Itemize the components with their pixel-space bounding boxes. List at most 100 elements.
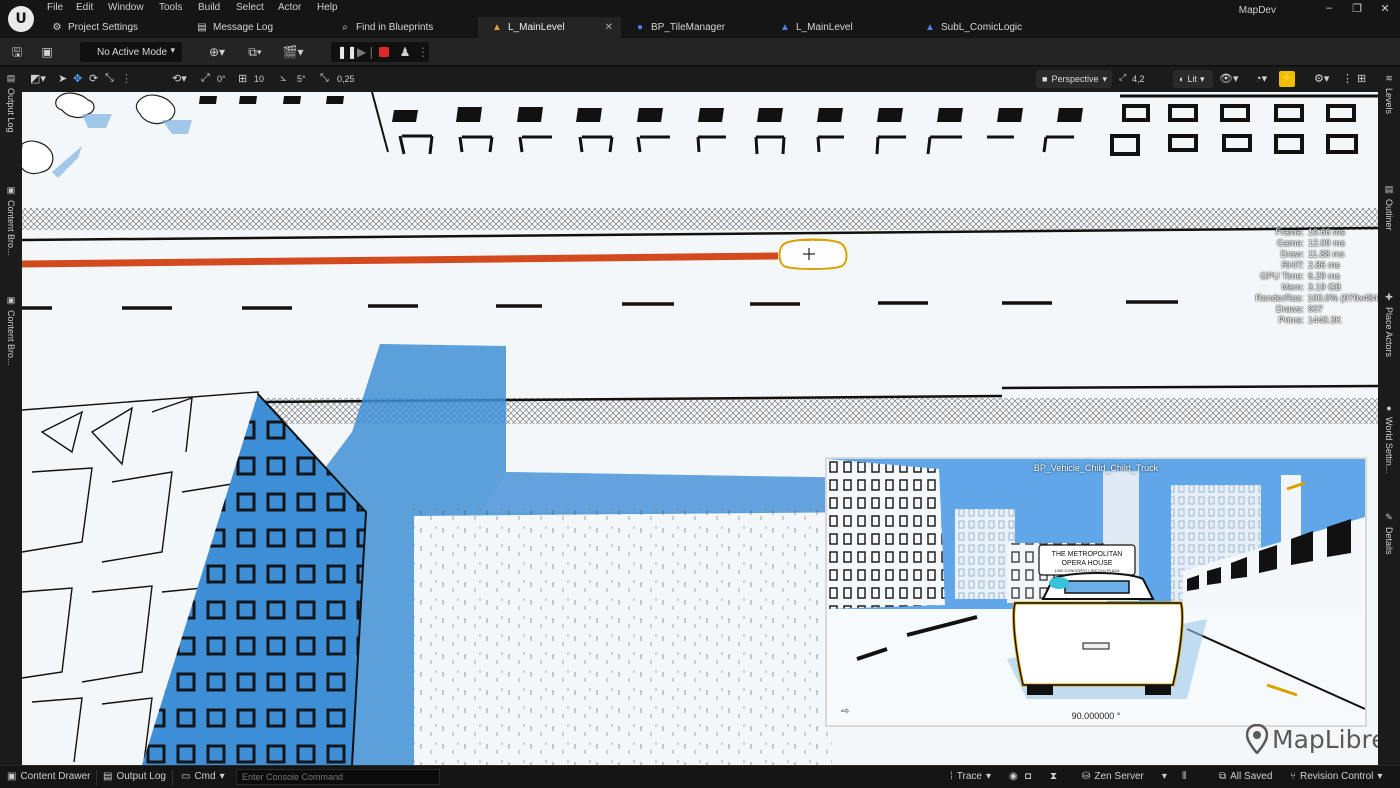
chevron-down-icon: ▾ <box>219 771 225 782</box>
place-actors-panel-tab[interactable]: ✚ Place Actors <box>1378 292 1400 357</box>
content-browser-icon[interactable]: ▣ <box>39 44 55 60</box>
menu-help[interactable]: Help <box>317 2 338 13</box>
details-panel-tab[interactable]: ✎ Details <box>1378 512 1400 555</box>
settings-icon[interactable]: ⚙▾ <box>1314 72 1329 85</box>
pip-bg-building-windows <box>955 509 1015 599</box>
outliner-panel-tab[interactable]: ▤ Outliner <box>1378 184 1400 231</box>
possess-icon[interactable]: ♟ <box>397 44 413 60</box>
zen-server-dropdown[interactable]: ⛁ Zen Server ▾ <box>1082 771 1167 782</box>
maximize-icon[interactable]: ❐ <box>1350 2 1364 15</box>
hourglass-icon[interactable]: ⧗ <box>1050 771 1057 782</box>
all-saved-button[interactable]: ⧉ All Saved <box>1219 771 1272 782</box>
fov-icon[interactable]: ⤢ <box>1119 72 1126 83</box>
stat-value: 19.66 ms <box>1308 227 1346 237</box>
place-actors-icon: ✚ <box>1385 292 1393 302</box>
translate-icon[interactable]: ✥ <box>73 72 82 85</box>
cinematics-icon[interactable]: 🎬▾ <box>282 44 304 60</box>
angle-snap-icon[interactable]: ⦣ <box>280 72 286 85</box>
content-browser-panel-tab-2[interactable]: ▣ Content Bro... <box>0 295 22 366</box>
close-icon[interactable]: ✕ <box>605 22 613 33</box>
level-viewport[interactable]: Frame: 19.66 ms Game: 12.09 ms Draw: 11.88 ms… <box>22 92 1378 765</box>
output-log-panel-tab[interactable]: ▤ Output Log <box>0 73 22 133</box>
stat-label: RenderRes: <box>1255 293 1304 303</box>
world-settings-panel-tab[interactable]: ● World Settin... <box>1378 403 1400 473</box>
camera-preview-window[interactable]: THE METROPOLITAN OPERA HOUSE 1000 CONCER… <box>825 457 1367 727</box>
trace-icon: ⁞ <box>950 771 953 782</box>
layout-icon[interactable]: ⊞ <box>1357 72 1366 85</box>
tab-message-log[interactable]: ▤ Message Log <box>183 17 326 38</box>
rotate-icon[interactable]: ⟳ <box>89 72 98 85</box>
mode-dropdown[interactable]: No Active Mode ▾ <box>80 42 182 62</box>
trace-dropdown[interactable]: ⁞ Trace ▾ <box>950 771 991 782</box>
rotation-snap-value[interactable]: 0° <box>217 74 226 84</box>
output-log-button[interactable]: ▤ Output Log <box>103 771 166 782</box>
tab-l-mainlevel[interactable]: ▲ L_MainLevel <box>766 17 911 38</box>
stop-icon[interactable] <box>379 47 389 57</box>
scale-snap-value[interactable]: 0,25 <box>337 74 355 84</box>
console-command-input[interactable] <box>236 769 440 785</box>
show-flags-icon[interactable]: 👁▾ <box>1219 72 1239 85</box>
menu-select[interactable]: Select <box>236 2 264 13</box>
tab-bp-tilemanager[interactable]: ● BP_TileManager <box>621 17 766 38</box>
tab-find-in-blueprints[interactable]: ⌕ Find in Blueprints <box>326 17 476 38</box>
add-actor-icon[interactable]: ⊕▾ <box>206 44 228 60</box>
select-icon[interactable]: ➤ <box>58 72 67 85</box>
angle-snap-value[interactable]: 5° <box>297 74 306 84</box>
tab-label: Message Log <box>213 22 274 33</box>
stat-value: 907 <box>1308 304 1324 314</box>
more-options-icon[interactable]: ⋮ <box>1342 72 1353 85</box>
more-icon[interactable]: ⋮ <box>121 72 132 85</box>
game-view-icon[interactable]: ◔▾ <box>1255 72 1267 85</box>
grid-snap-icon[interactable]: ⊞ <box>238 72 247 85</box>
revision-control-dropdown[interactable]: ⑂ Revision Control ▾ <box>1290 771 1382 782</box>
close-icon[interactable]: ✕ <box>1378 2 1392 15</box>
blueprint-menu-icon[interactable]: ⧉▾ <box>244 44 266 60</box>
levels-panel-tab[interactable]: ≋ Levels <box>1378 73 1400 114</box>
pencil-icon: ✎ <box>1385 512 1393 522</box>
tab-subl-comiclogic[interactable]: ▲ SubL_ComicLogic <box>911 17 1061 38</box>
more-options-icon[interactable]: ⋮ <box>415 44 431 60</box>
perspective-dropdown[interactable]: ■ Perspective ▾ <box>1036 70 1112 88</box>
menu-edit[interactable]: Edit <box>76 2 93 13</box>
screenshot-icon[interactable]: ◘ <box>1025 771 1031 782</box>
menu-window[interactable]: Window <box>108 2 144 13</box>
coordinate-system-icon[interactable]: ⟲▾ <box>172 72 187 85</box>
tab-l-mainlevel-active[interactable]: ▲ L_MainLevel ✕ <box>478 17 621 38</box>
output-log-label: Output Log <box>116 771 166 782</box>
unreal-logo-icon[interactable]: U <box>8 6 34 32</box>
log-icon: ▤ <box>197 21 207 33</box>
stat-label: Draw: <box>1280 249 1304 259</box>
cmd-label: Cmd <box>194 771 216 782</box>
fov-value[interactable]: 4,2 <box>1132 74 1145 84</box>
stat-row: Draw: 11.88 ms <box>1230 249 1378 260</box>
perspective-label: Perspective <box>1051 74 1099 84</box>
menu-build[interactable]: Build <box>198 2 220 13</box>
tab-project-settings[interactable]: ⚙ Project Settings <box>38 17 183 38</box>
chevron-down-icon: ▾ <box>1161 771 1167 782</box>
stat-label: RHIT: <box>1281 260 1305 270</box>
viewport-options-icon[interactable]: ◩▾ <box>30 72 46 85</box>
scale-snap-icon[interactable]: ⤡ <box>320 72 329 85</box>
tab-label: L_MainLevel <box>508 22 565 33</box>
menu-actor[interactable]: Actor <box>278 2 301 13</box>
save-icon[interactable]: 🖫 <box>9 44 25 60</box>
pause-icon[interactable]: ❚❚ <box>337 44 357 60</box>
derived-data-icon[interactable]: ⦀ <box>1182 771 1186 782</box>
menu-tools[interactable]: Tools <box>159 2 182 13</box>
menu-file[interactable]: File <box>47 2 63 13</box>
level-icon: ▲ <box>492 21 502 33</box>
content-drawer-button[interactable]: ▣ Content Drawer <box>7 771 90 782</box>
cmd-dropdown[interactable]: ▭ Cmd ▾ <box>181 771 225 782</box>
record-icon[interactable]: ◉ <box>1009 771 1018 782</box>
divider <box>172 770 173 785</box>
camera-preview-scene: THE METROPOLITAN OPERA HOUSE 1000 CONCER… <box>827 459 1365 725</box>
content-browser-panel-tab[interactable]: ▣ Content Bro... <box>0 185 22 256</box>
lit-dropdown[interactable]: ◐ Lit ▾ <box>1173 70 1213 88</box>
step-icon[interactable]: ▶❘ <box>357 44 376 60</box>
folder-icon: ▣ <box>6 295 16 305</box>
scale-icon[interactable]: ⤡ <box>105 72 114 85</box>
surface-snap-icon[interactable]: ⤢ <box>201 72 210 85</box>
grid-snap-value[interactable]: 10 <box>254 74 264 84</box>
realtime-toggle-icon[interactable]: ⚡ <box>1279 71 1295 87</box>
minimize-icon[interactable]: – <box>1322 2 1336 14</box>
